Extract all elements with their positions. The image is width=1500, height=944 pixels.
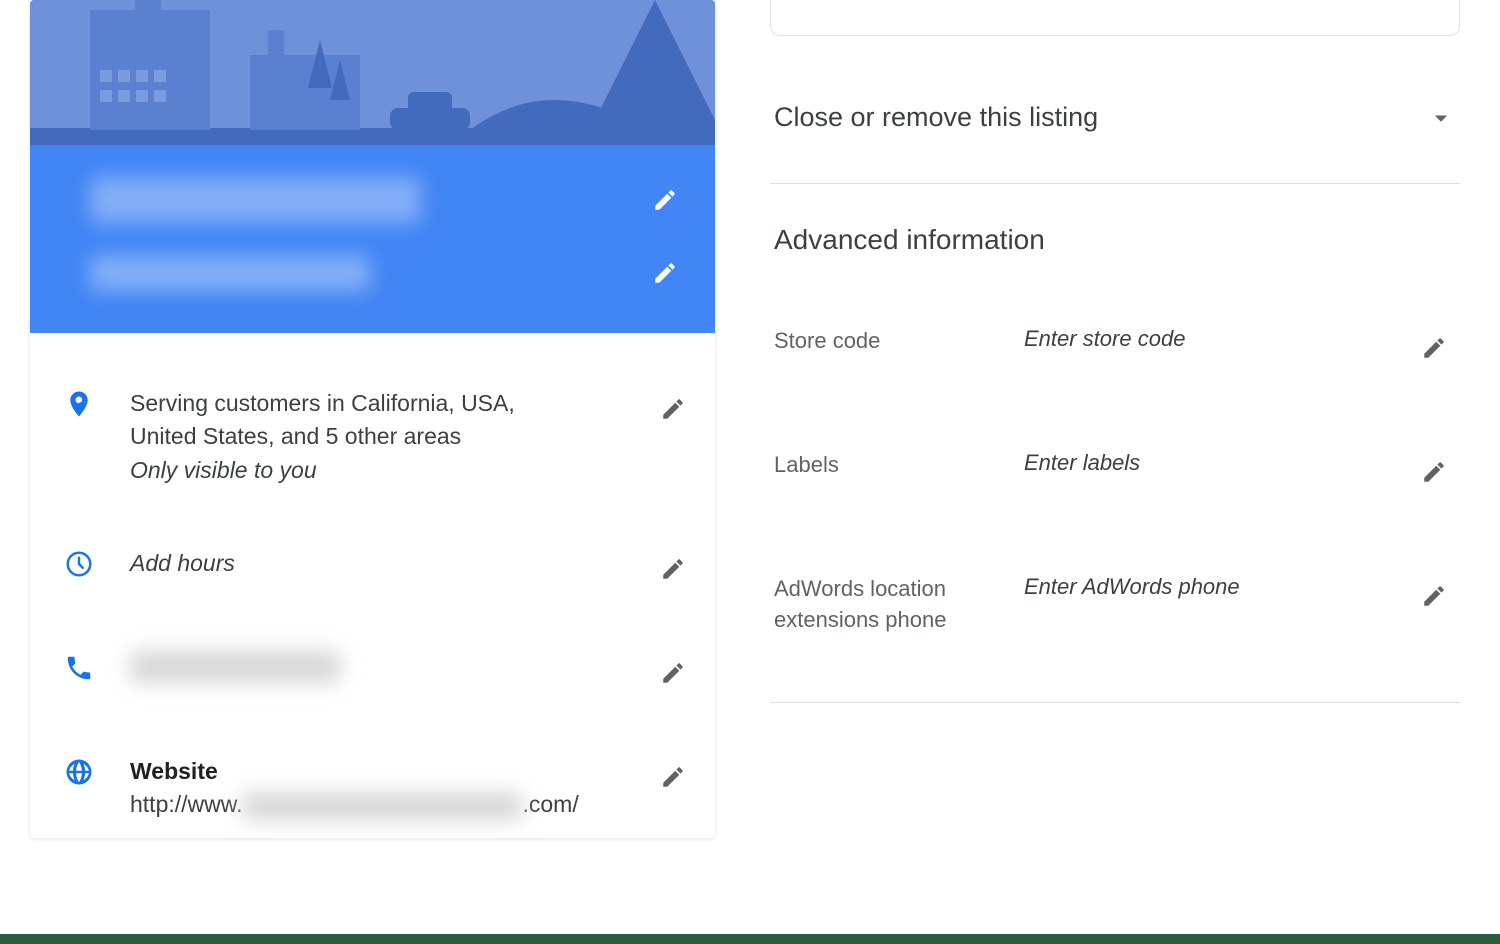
website-label: Website: [130, 758, 218, 784]
right-column: Close or remove this listing Advanced in…: [730, 0, 1500, 944]
clock-icon: [64, 549, 94, 579]
phone-icon: [64, 653, 94, 683]
skyline-illustration: [30, 0, 715, 145]
edit-service-area-button[interactable]: [651, 387, 695, 431]
chevron-down-icon: [1426, 103, 1456, 133]
pencil-icon: [660, 396, 686, 422]
business-name-redacted: .: [90, 177, 420, 223]
info-list: Serving customers in California, USA, Un…: [30, 333, 715, 838]
store-code-row: Store code Enter store code: [770, 302, 1460, 426]
pencil-icon: [1421, 583, 1447, 609]
edit-category-button[interactable]: [643, 251, 687, 295]
edit-website-button[interactable]: [651, 755, 695, 799]
globe-icon: [64, 757, 94, 787]
adwords-phone-row: AdWords location extensions phone Enter …: [770, 550, 1460, 692]
pencil-icon: [660, 764, 686, 790]
store-code-label: Store code: [774, 326, 1024, 357]
map-pin-icon: [64, 389, 94, 419]
edit-name-button[interactable]: [643, 178, 687, 222]
service-area-visibility: Only visible to you: [130, 457, 317, 483]
edit-labels-button[interactable]: [1412, 450, 1456, 494]
service-area-text: Serving customers in California, USA, Un…: [130, 387, 651, 487]
store-code-hint: Enter store code: [1024, 326, 1412, 352]
business-category-redacted: .: [90, 255, 370, 291]
phone-redacted: .: [130, 651, 340, 683]
hours-hint: Add hours: [130, 550, 235, 576]
adwords-phone-label: AdWords location extensions phone: [774, 574, 1024, 636]
pencil-icon: [660, 556, 686, 582]
adwords-phone-hint: Enter AdWords phone: [1024, 574, 1412, 600]
service-area-row: Serving customers in California, USA, Un…: [58, 357, 695, 517]
pencil-icon: [1421, 335, 1447, 361]
edit-store-code-button[interactable]: [1412, 326, 1456, 370]
hero-illustration: [30, 0, 715, 145]
business-category-row: .: [90, 237, 687, 309]
close-remove-label: Close or remove this listing: [774, 102, 1098, 133]
pencil-icon: [652, 187, 678, 213]
page-root: . .: [0, 0, 1500, 944]
pencil-icon: [652, 260, 678, 286]
left-column: . .: [0, 0, 730, 944]
website-text: Website http://www...com/: [130, 755, 651, 822]
business-name-row: .: [90, 163, 687, 237]
divider: [770, 702, 1460, 703]
labels-hint: Enter labels: [1024, 450, 1412, 476]
website-domain-redacted: .: [242, 792, 522, 820]
bottom-bar: [0, 934, 1500, 944]
pencil-icon: [660, 660, 686, 686]
labels-row: Labels Enter labels: [770, 426, 1460, 550]
service-area-line1: Serving customers in California, USA,: [130, 390, 515, 416]
website-url: http://www...com/: [130, 791, 579, 817]
business-info-card: . .: [30, 0, 715, 838]
pencil-icon: [1421, 459, 1447, 485]
website-row: Website http://www...com/: [58, 725, 695, 828]
labels-label: Labels: [774, 450, 1024, 481]
divider: [770, 183, 1460, 184]
upper-card-edge: [770, 0, 1460, 36]
hours-row: Add hours: [58, 517, 695, 621]
phone-row: .: [58, 621, 695, 725]
close-remove-row[interactable]: Close or remove this listing: [770, 76, 1460, 183]
edit-hours-button[interactable]: [651, 547, 695, 591]
edit-phone-button[interactable]: [651, 651, 695, 695]
service-area-line2: United States, and 5 other areas: [130, 423, 461, 449]
business-header: . .: [30, 145, 715, 333]
edit-adwords-phone-button[interactable]: [1412, 574, 1456, 618]
advanced-heading: Advanced information: [770, 224, 1460, 256]
